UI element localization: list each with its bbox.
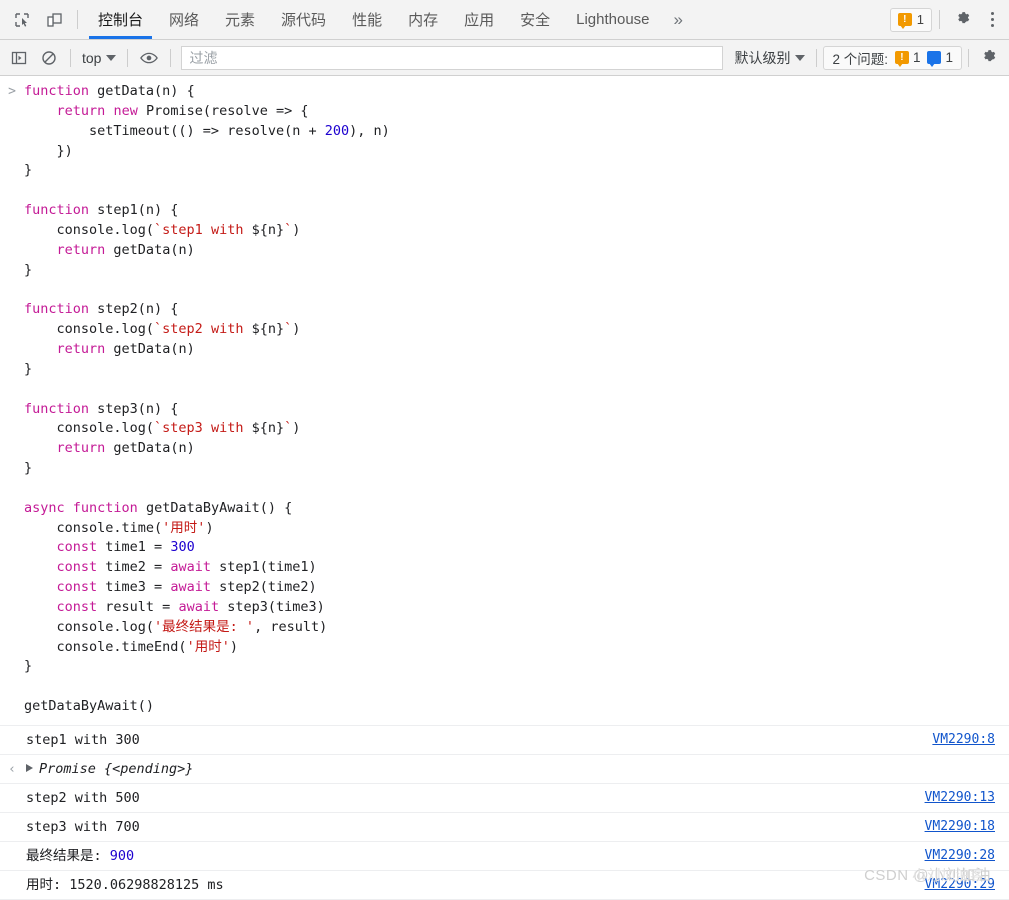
- console-log-row[interactable]: step1 with 300 VM2290:8: [0, 725, 1009, 754]
- entered-source-code: function getData(n) { return new Promise…: [24, 83, 390, 715]
- warning-count-label: 1: [916, 12, 924, 27]
- tab-console[interactable]: 控制台: [85, 0, 156, 39]
- toolbar-divider: [939, 10, 940, 29]
- more-tabs-chevron-icon[interactable]: »: [663, 0, 694, 39]
- toolbar-divider: [70, 48, 71, 67]
- inspect-element-icon[interactable]: [6, 0, 38, 39]
- console-log-rows: step1 with 300 VM2290:8 ‹ Promise {<pending…: [0, 725, 1009, 899]
- tab-network[interactable]: 网络: [156, 0, 212, 39]
- filter-input[interactable]: 过滤: [181, 45, 724, 70]
- source-location-link[interactable]: VM2290:8: [932, 732, 995, 747]
- console-input-entry[interactable]: > function getData(n) { return new Promi…: [0, 76, 1009, 725]
- log-level-label: 默认级别: [734, 49, 791, 66]
- csdn-watermark: CSDN @小刘加油 小刘加油客: [864, 864, 991, 885]
- return-arrow-icon: ‹: [8, 762, 16, 777]
- issues-label: 2 个问题:: [832, 51, 888, 67]
- tab-security[interactable]: 安全: [507, 0, 563, 39]
- issues-warning-count: 1: [912, 50, 921, 65]
- tab-label: 应用: [464, 12, 495, 29]
- tab-elements[interactable]: 元素: [212, 0, 268, 39]
- gear-icon[interactable]: [947, 0, 981, 39]
- source-location-link[interactable]: VM2290:28: [925, 848, 995, 863]
- tab-label: 内存: [408, 12, 439, 29]
- issues-info-group: 1: [927, 50, 953, 67]
- tab-label: 控制台: [98, 12, 144, 29]
- tab-memory[interactable]: 内存: [395, 0, 451, 39]
- console-log-row[interactable]: 用时: 1520.06298828125 ms VM2290:29: [0, 870, 1009, 899]
- device-toolbar-icon[interactable]: [38, 0, 70, 39]
- issues-info-count: 1: [945, 50, 953, 65]
- input-prompt-icon: >: [8, 84, 16, 99]
- execution-context-dropdown[interactable]: top: [77, 46, 121, 70]
- console-log-row[interactable]: step3 with 700 VM2290:18: [0, 812, 1009, 841]
- filter-placeholder: 过滤: [189, 49, 218, 66]
- console-settings-gear-icon[interactable]: [975, 44, 1005, 72]
- console-sidebar-icon[interactable]: [4, 44, 34, 72]
- console-toolbar: top 过滤 默认级别 2 个问题: ! 1 1: [0, 40, 1009, 76]
- execution-context-label: top: [82, 49, 102, 66]
- source-location-link[interactable]: VM2290:13: [925, 790, 995, 805]
- toolbar-divider: [816, 48, 818, 67]
- tab-label: 性能: [352, 12, 383, 29]
- info-bubble-icon: [927, 51, 942, 67]
- console-log-row[interactable]: step2 with 500 VM2290:13: [0, 783, 1009, 812]
- log-message: step2 with 500: [26, 790, 140, 806]
- chevron-down-icon: [795, 54, 806, 61]
- issues-summary-button[interactable]: 2 个问题: ! 1 1: [823, 45, 962, 70]
- log-message: 用时: 1520.06298828125 ms: [26, 877, 224, 893]
- tab-performance[interactable]: 性能: [339, 0, 395, 39]
- chevron-down-icon: [106, 54, 117, 61]
- tab-label: 元素: [225, 12, 256, 29]
- console-result-row[interactable]: ‹ Promise {<pending>}: [0, 754, 1009, 783]
- toolbar-divider: [127, 48, 129, 67]
- warning-bubble-icon: !: [894, 51, 909, 67]
- console-body: > function getData(n) { return new Promi…: [0, 76, 1009, 900]
- clear-console-icon[interactable]: [34, 44, 64, 72]
- source-location-link[interactable]: VM2290:18: [925, 819, 995, 834]
- tabbar-spacer: [694, 0, 890, 39]
- log-level-dropdown[interactable]: 默认级别: [729, 46, 810, 70]
- more-tabs-label: »: [673, 9, 683, 29]
- log-message: Promise {<pending>}: [24, 760, 1009, 779]
- toolbar-divider: [968, 48, 969, 67]
- console-log-row[interactable]: 最终结果是: 900 VM2290:28: [0, 841, 1009, 870]
- issues-warning-group: ! 1: [894, 50, 921, 67]
- log-message: 最终结果是: 900: [26, 848, 135, 864]
- tab-label: 安全: [520, 12, 551, 29]
- devtools-tab-bar: 控制台 网络 元素 源代码 性能 内存 应用 安全 Lighthouse » !…: [0, 0, 1009, 40]
- toolbar-divider: [77, 10, 78, 29]
- tab-label: Lighthouse: [576, 11, 650, 28]
- tab-label: 网络: [169, 12, 200, 29]
- watermark-ghost-text: 小刘加油客: [912, 867, 985, 883]
- log-message: step1 with 300: [26, 732, 140, 748]
- toolbar-divider: [170, 48, 172, 67]
- live-expression-eye-icon[interactable]: [134, 44, 164, 72]
- disclosure-triangle-icon[interactable]: [26, 764, 33, 772]
- log-message: step3 with 700: [26, 819, 140, 835]
- tab-application[interactable]: 应用: [451, 0, 507, 39]
- warning-count-badge[interactable]: ! 1: [889, 7, 932, 32]
- warning-bubble-icon: !: [897, 13, 912, 29]
- tab-lighthouse[interactable]: Lighthouse: [563, 0, 662, 39]
- kebab-menu-icon[interactable]: [981, 0, 1009, 39]
- tab-sources[interactable]: 源代码: [268, 0, 339, 39]
- tab-label: 源代码: [281, 12, 327, 29]
